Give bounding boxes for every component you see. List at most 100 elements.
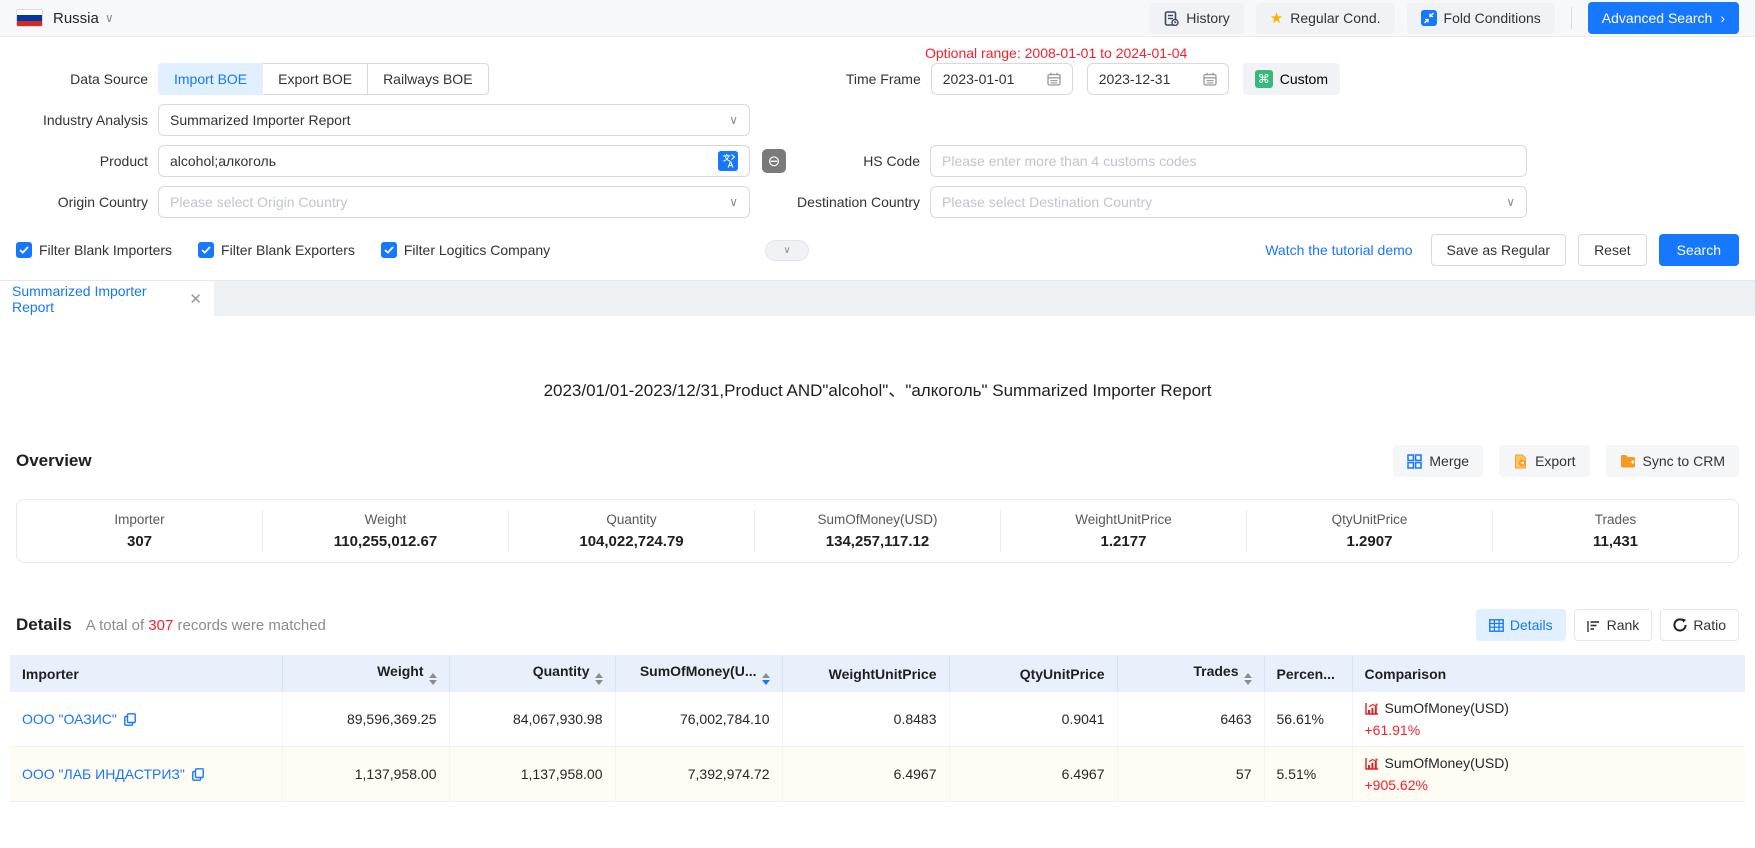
industry-analysis-select[interactable]: Summarized Importer Report ∨ (158, 104, 750, 136)
stat-sum-of-money: SumOfMoney(USD) 134,257,117.12 (755, 510, 1001, 552)
importer-link[interactable]: ООО "ЛАБ ИНДАСТРИЗ" (22, 766, 204, 782)
translate-icon[interactable]: 文A (718, 151, 738, 171)
checkbox-filter-blank-importers[interactable]: Filter Blank Importers (16, 242, 172, 258)
stat-value: 1.2177 (1001, 533, 1246, 550)
weight-unit-price-cell: 6.4967 (782, 747, 949, 802)
tutorial-link[interactable]: Watch the tutorial demo (1265, 242, 1412, 258)
fold-conditions-button[interactable]: Fold Conditions (1407, 3, 1555, 34)
product-input[interactable]: alcohol;алкоголь 文A (158, 145, 750, 177)
tab-import-boe[interactable]: Import BOE (158, 63, 263, 95)
sum-cell: 76,002,784.10 (615, 692, 782, 747)
comparison-metric: SumOfMoney(USD) (1385, 753, 1509, 773)
percent-cell: 56.61% (1264, 692, 1352, 747)
total-count: 307 (148, 617, 173, 634)
stat-trades: Trades 11,431 (1493, 510, 1738, 552)
checkbox-filter-blank-exporters[interactable]: Filter Blank Exporters (198, 242, 355, 258)
sort-icon[interactable] (1244, 673, 1252, 685)
close-icon[interactable]: ✕ (189, 290, 202, 308)
copy-icon[interactable] (192, 768, 204, 781)
search-button[interactable]: Search (1659, 234, 1739, 266)
column-header-weight-unit-price[interactable]: WeightUnitPrice (782, 655, 949, 692)
stat-value: 11,431 (1493, 533, 1738, 550)
column-header-sum-of-money[interactable]: SumOfMoney(U... (615, 655, 782, 692)
weight-unit-price-cell: 0.8483 (782, 692, 949, 747)
sync-to-crm-button[interactable]: Sync to CRM (1606, 445, 1739, 477)
destination-country-placeholder: Please select Destination Country (942, 194, 1152, 210)
checkbox-checked-icon (16, 242, 32, 258)
circled-minus-icon: ⊖ (768, 152, 781, 170)
stat-label: Trades (1493, 512, 1738, 527)
destination-country-select[interactable]: Please select Destination Country ∨ (930, 186, 1527, 218)
comparison-cell: SumOfMoney(USD) +61.91% (1352, 692, 1745, 747)
save-as-regular-button[interactable]: Save as Regular (1431, 234, 1567, 266)
custom-button[interactable]: ⌘ Custom (1243, 63, 1340, 95)
reset-button[interactable]: Reset (1578, 234, 1647, 266)
hs-code-placeholder: Please enter more than 4 customs codes (942, 153, 1196, 169)
column-header-percent[interactable]: Percen... (1264, 655, 1352, 692)
checkbox-label: Filter Blank Importers (39, 242, 172, 258)
time-frame-label: Time Frame (846, 71, 921, 87)
comparison-metric: SumOfMoney(USD) (1385, 698, 1509, 718)
chevron-down-icon[interactable]: ∨ (105, 11, 114, 25)
stat-label: QtyUnitPrice (1247, 512, 1492, 527)
star-icon: ★ (1270, 9, 1283, 27)
qty-unit-price-cell: 0.9041 (949, 692, 1117, 747)
stat-value: 1.2907 (1247, 533, 1492, 550)
column-header-comparison: Comparison (1352, 655, 1745, 692)
collapse-conditions-pill[interactable]: ∨ (765, 240, 809, 261)
table-header-row: Importer Weight Quantity SumOfMoney(U...… (10, 655, 1745, 692)
origin-country-placeholder: Please select Origin Country (170, 194, 347, 210)
chevron-down-icon: ∨ (729, 113, 738, 127)
view-details-button[interactable]: Details (1476, 609, 1566, 641)
country-select[interactable]: Russia (53, 10, 99, 27)
column-header-importer[interactable]: Importer (10, 655, 282, 692)
topbar: Russia ∨ History ★ Regular Cond. Fold Co… (0, 0, 1755, 37)
regular-cond-button[interactable]: ★ Regular Cond. (1256, 3, 1395, 34)
industry-analysis-value: Summarized Importer Report (170, 112, 351, 128)
sync-to-crm-label: Sync to CRM (1643, 453, 1725, 469)
sort-icon[interactable] (429, 673, 437, 685)
start-date-value: 2023-01-01 (943, 71, 1015, 87)
column-header-trades[interactable]: Trades (1117, 655, 1264, 692)
end-date-input[interactable]: 2023-12-31 (1087, 63, 1229, 95)
stat-value: 104,022,724.79 (509, 533, 754, 550)
table-icon (1489, 619, 1504, 632)
sort-icon[interactable] (595, 673, 603, 685)
column-header-quantity[interactable]: Quantity (449, 655, 615, 692)
copy-icon[interactable] (124, 713, 136, 726)
qty-unit-price-cell: 6.4967 (949, 747, 1117, 802)
fold-conditions-label: Fold Conditions (1444, 10, 1541, 26)
advanced-search-button[interactable]: Advanced Search › (1588, 2, 1739, 34)
history-label: History (1186, 10, 1230, 26)
stat-label: Weight (263, 512, 508, 527)
history-button[interactable]: History (1150, 3, 1244, 34)
start-date-input[interactable]: 2023-01-01 (931, 63, 1073, 95)
column-header-weight[interactable]: Weight (282, 655, 449, 692)
tab-railways-boe[interactable]: Railways BOE (367, 63, 488, 95)
tab-summarized-importer-report[interactable]: Summarized Importer Report ✕ (0, 281, 214, 316)
percent-cell: 5.51% (1264, 747, 1352, 802)
stat-importer: Importer 307 (17, 510, 263, 552)
hs-code-input[interactable]: Please enter more than 4 customs codes (930, 145, 1527, 177)
search-form: Optional range: 2008-01-01 to 2024-01-04… (0, 37, 1755, 281)
hs-code-label: HS Code (863, 153, 920, 169)
view-rank-button[interactable]: Rank (1574, 609, 1653, 641)
origin-country-select[interactable]: Please select Origin Country ∨ (158, 186, 750, 218)
column-header-qty-unit-price[interactable]: QtyUnitPrice (949, 655, 1117, 692)
checkbox-checked-icon (198, 242, 214, 258)
importer-name: ООО "ОАЗИС" (22, 711, 117, 727)
importer-link[interactable]: ООО "ОАЗИС" (22, 711, 136, 727)
exclude-filter-button[interactable]: ⊖ (762, 149, 786, 173)
view-ratio-button[interactable]: Ratio (1660, 609, 1739, 641)
checkbox-filter-logitics-company[interactable]: Filter Logitics Company (381, 242, 550, 258)
export-button[interactable]: Export (1499, 445, 1589, 477)
tab-export-boe[interactable]: Export BOE (262, 63, 368, 95)
data-source-label: Data Source (0, 71, 148, 87)
product-label: Product (0, 153, 148, 169)
merge-button[interactable]: Merge (1393, 445, 1483, 477)
calendar-icon (1047, 72, 1061, 86)
custom-label: Custom (1280, 71, 1328, 87)
table-row: ООО "ЛАБ ИНДАСТРИЗ" 1,137,958.00 1,137,9… (10, 747, 1745, 802)
merge-icon (1407, 454, 1422, 469)
sort-icon-active-desc[interactable] (762, 673, 770, 685)
